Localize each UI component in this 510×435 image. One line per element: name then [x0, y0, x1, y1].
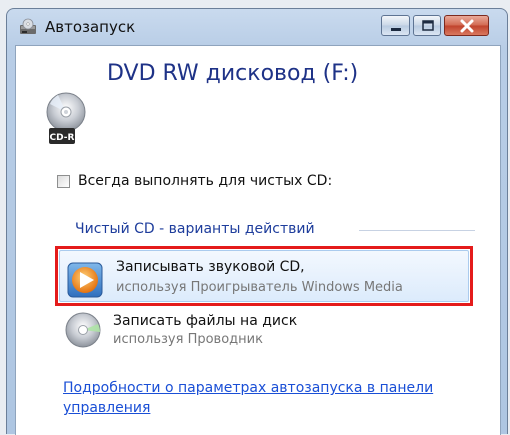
maximize-icon — [422, 20, 434, 31]
title-bar[interactable]: Автозапуск — [7, 9, 507, 43]
option-subtitle: используя Проигрыватель Windows Media — [116, 280, 403, 295]
option-hover-background: Записывать звуковой CD, используя Проигр… — [59, 250, 469, 302]
window-title: Автозапуск — [45, 18, 136, 36]
disc-burn-icon — [63, 310, 103, 350]
autoplay-app-icon — [19, 18, 37, 36]
close-button[interactable] — [444, 15, 489, 36]
always-do-this-option[interactable]: Всегда выполнять для чистых CD: — [57, 173, 332, 189]
section-header: Чистый CD - варианты действий — [75, 221, 315, 237]
close-icon — [460, 19, 474, 33]
windows-media-player-icon — [66, 259, 106, 299]
minimize-icon — [391, 28, 401, 31]
dvd-drive-icon: CD-R — [44, 92, 90, 150]
option-title: Записывать звуковой CD, — [116, 259, 305, 275]
autoplay-settings-link[interactable]: Подробности о параметрах автозапуска в п… — [63, 378, 479, 418]
option-burn-audio-cd[interactable]: Записывать звуковой CD, используя Проигр… — [55, 246, 473, 306]
always-checkbox-label: Всегда выполнять для чистых CD: — [78, 173, 333, 189]
device-title: DVD RW дисковод (F:) — [107, 61, 359, 86]
option-title: Записать файлы на диск — [113, 313, 298, 329]
dialog-body: CD-R — [15, 45, 501, 435]
section-divider — [359, 230, 475, 231]
option-subtitle: используя Проводник — [113, 332, 263, 347]
autoplay-window: Автозапуск CD-R DVD RW дисковод (F:) Все… — [6, 8, 508, 435]
minimize-button[interactable] — [381, 15, 410, 36]
option-burn-files[interactable]: Записать файлы на диск используя Проводн… — [55, 306, 473, 354]
always-checkbox[interactable] — [57, 174, 70, 188]
maximize-button[interactable] — [413, 15, 441, 36]
cd-r-badge: CD-R — [50, 133, 75, 143]
